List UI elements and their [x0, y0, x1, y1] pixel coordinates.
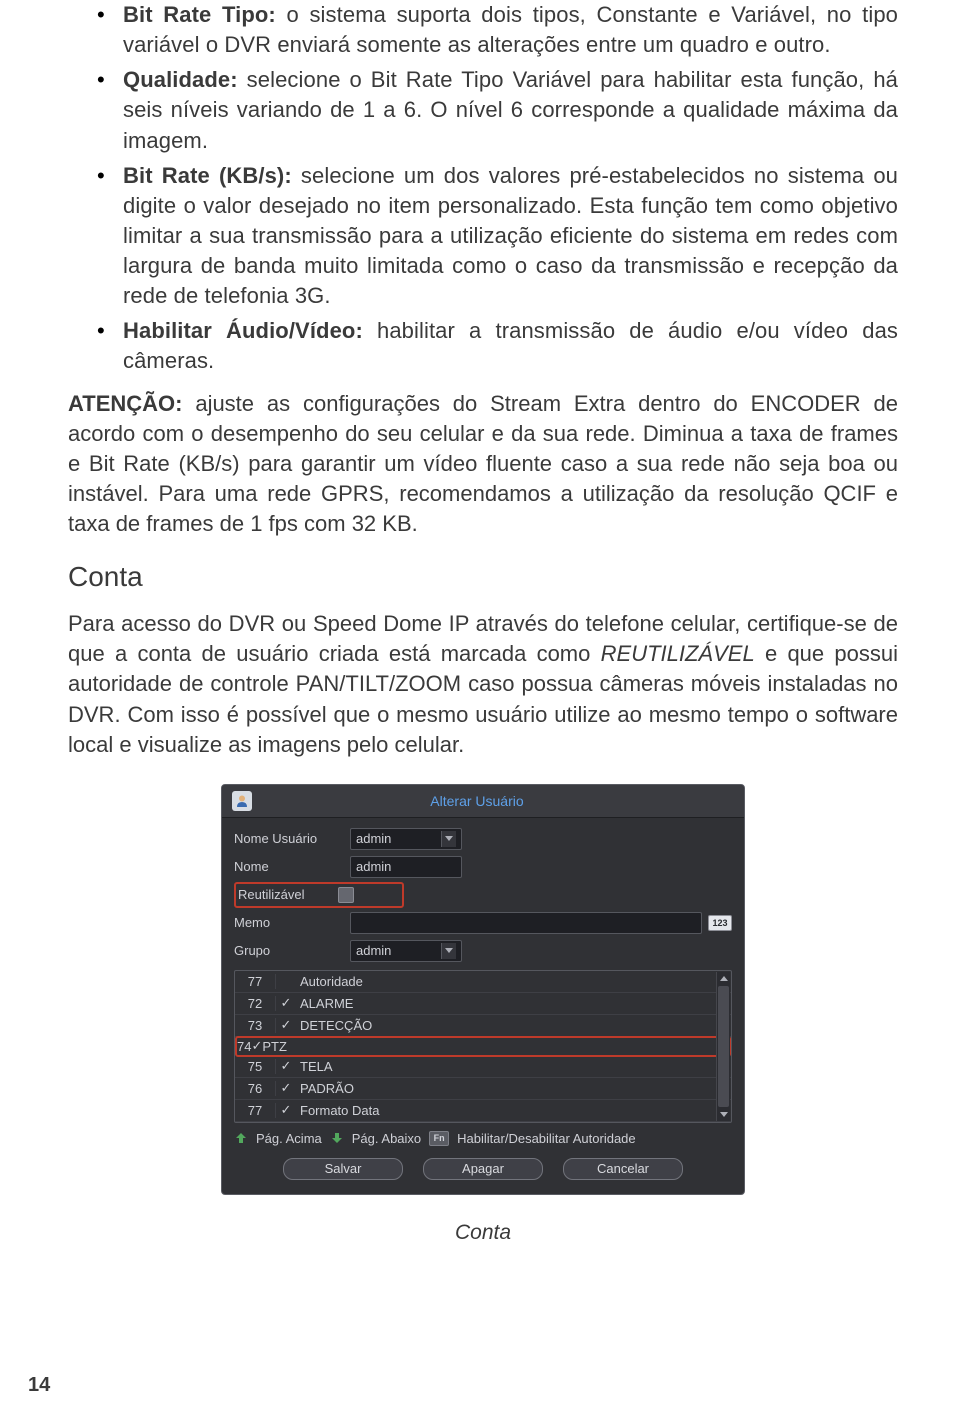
label-reusable: Reutilizável [238, 887, 338, 902]
dialog-buttons: Salvar Apagar Cancelar [234, 1158, 732, 1184]
perm-idx: 72 [235, 996, 276, 1011]
row-name: Nome admin [234, 854, 732, 880]
save-button[interactable]: Salvar [283, 1158, 403, 1180]
perm-row[interactable]: 77 Autoridade [235, 971, 731, 993]
memo-input[interactable] [350, 912, 702, 934]
perm-row-highlight-ptz[interactable]: 74 ✓ PTZ [235, 1036, 731, 1057]
bullet-text: selecione o Bit Rate Tipo Variável para … [123, 67, 898, 152]
permissions-list[interactable]: 77 Autoridade 72 ✓ ALARME 73 ✓ DETECÇÃO [234, 970, 732, 1123]
page-up-icon[interactable] [234, 1132, 248, 1144]
perm-row[interactable]: 72 ✓ ALARME [235, 993, 731, 1015]
account-paragraph: Para acesso do DVR ou Speed Dome IP atra… [68, 609, 898, 760]
chevron-down-icon[interactable] [441, 831, 456, 847]
user-icon [232, 791, 252, 811]
scroll-up-icon[interactable] [717, 972, 730, 985]
username-combo[interactable]: admin [350, 828, 462, 850]
pager-down-label: Pág. Abaixo [352, 1131, 421, 1146]
perm-name: PADRÃO [296, 1081, 731, 1096]
bullet-habilitar-av: Habilitar Áudio/Vídeo: habilitar a trans… [123, 316, 898, 376]
bullet-label: Habilitar Áudio/Vídeo: [123, 318, 363, 343]
reusable-checkbox[interactable] [338, 887, 354, 903]
label-memo: Memo [234, 915, 350, 930]
label-group: Grupo [234, 943, 350, 958]
pager-legend: Pág. Acima Pág. Abaixo Fn Habilitar/Desa… [234, 1131, 732, 1146]
bullet-label: Bit Rate (KB/s): [123, 163, 292, 188]
perm-idx: 77 [235, 1103, 276, 1118]
group-combo[interactable]: admin [350, 940, 462, 962]
perm-idx: 73 [235, 1018, 276, 1033]
check-icon: ✓ [251, 1038, 262, 1054]
name-value: admin [356, 859, 391, 874]
fn-key-icon[interactable]: Fn [429, 1131, 449, 1146]
perm-idx: 75 [235, 1059, 276, 1074]
row-username: Nome Usuário admin [234, 826, 732, 852]
attention-label: ATENÇÃO: [68, 391, 182, 416]
dialog-title: Alterar Usuário [430, 793, 523, 809]
check-icon: ✓ [276, 1102, 296, 1118]
page-down-icon[interactable] [330, 1132, 344, 1144]
check-icon: ✓ [276, 1017, 296, 1033]
scroll-down-icon[interactable] [717, 1108, 730, 1121]
perm-name: Autoridade [296, 974, 731, 989]
bullet-qualidade: Qualidade: selecione o Bit Rate Tipo Var… [123, 65, 898, 155]
perm-idx: 76 [235, 1081, 276, 1096]
perm-name: Formato Data [296, 1103, 731, 1118]
perm-name: DETECÇÃO [296, 1018, 731, 1033]
cancel-button[interactable]: Cancelar [563, 1158, 683, 1180]
row-group: Grupo admin [234, 938, 732, 964]
bullet-bitrate-tipo: Bit Rate Tipo: o sistema suporta dois ti… [123, 0, 898, 60]
name-input[interactable]: admin [350, 856, 462, 878]
section-heading-conta: Conta [68, 561, 898, 593]
attention-text: ajuste as configurações do Stream Extra … [68, 391, 898, 537]
pager-toggle-label: Habilitar/Desabilitar Autoridade [457, 1131, 635, 1146]
row-reusable: Reutilizável [234, 882, 732, 908]
pager-up-label: Pág. Acima [256, 1131, 322, 1146]
label-username: Nome Usuário [234, 831, 350, 846]
account-paragraph-em: REUTILIZÁVEL [601, 641, 755, 666]
bullet-label: Qualidade: [123, 67, 238, 92]
perm-name: PTZ [262, 1039, 287, 1054]
username-value: admin [356, 831, 437, 846]
scrollbar[interactable] [716, 972, 730, 1121]
alterar-usuario-dialog: Alterar Usuário Nome Usuário admin Nome … [221, 784, 745, 1195]
scroll-thumb[interactable] [718, 986, 729, 1107]
perm-row[interactable]: 76 ✓ PADRÃO [235, 1078, 731, 1100]
ime-indicator-icon[interactable]: 123 [708, 915, 732, 931]
dialog-titlebar: Alterar Usuário [222, 785, 744, 818]
perm-name: ALARME [296, 996, 731, 1011]
perm-row[interactable]: 75 ✓ TELA [235, 1056, 731, 1078]
perm-idx: 74 [237, 1039, 251, 1054]
check-icon: ✓ [276, 995, 296, 1011]
group-value: admin [356, 943, 437, 958]
figure-caption: Conta [68, 1221, 898, 1245]
label-name: Nome [234, 859, 350, 874]
row-memo: Memo 123 [234, 910, 732, 936]
perm-row[interactable]: 77 ✓ Formato Data [235, 1100, 731, 1122]
bullet-label: Bit Rate Tipo: [123, 2, 276, 27]
page-number: 14 [28, 1374, 50, 1397]
perm-name: TELA [296, 1059, 731, 1074]
bullet-bitrate-kbs: Bit Rate (KB/s): selecione um dos valore… [123, 161, 898, 312]
check-icon: ✓ [276, 1080, 296, 1096]
chevron-down-icon[interactable] [441, 943, 456, 959]
feature-bullets: Bit Rate Tipo: o sistema suporta dois ti… [68, 0, 898, 377]
delete-button[interactable]: Apagar [423, 1158, 543, 1180]
attention-paragraph: ATENÇÃO: ajuste as configurações do Stre… [68, 389, 898, 540]
check-icon: ✓ [276, 1058, 296, 1074]
perm-row[interactable]: 73 ✓ DETECÇÃO [235, 1015, 731, 1037]
perm-idx: 77 [235, 974, 276, 989]
